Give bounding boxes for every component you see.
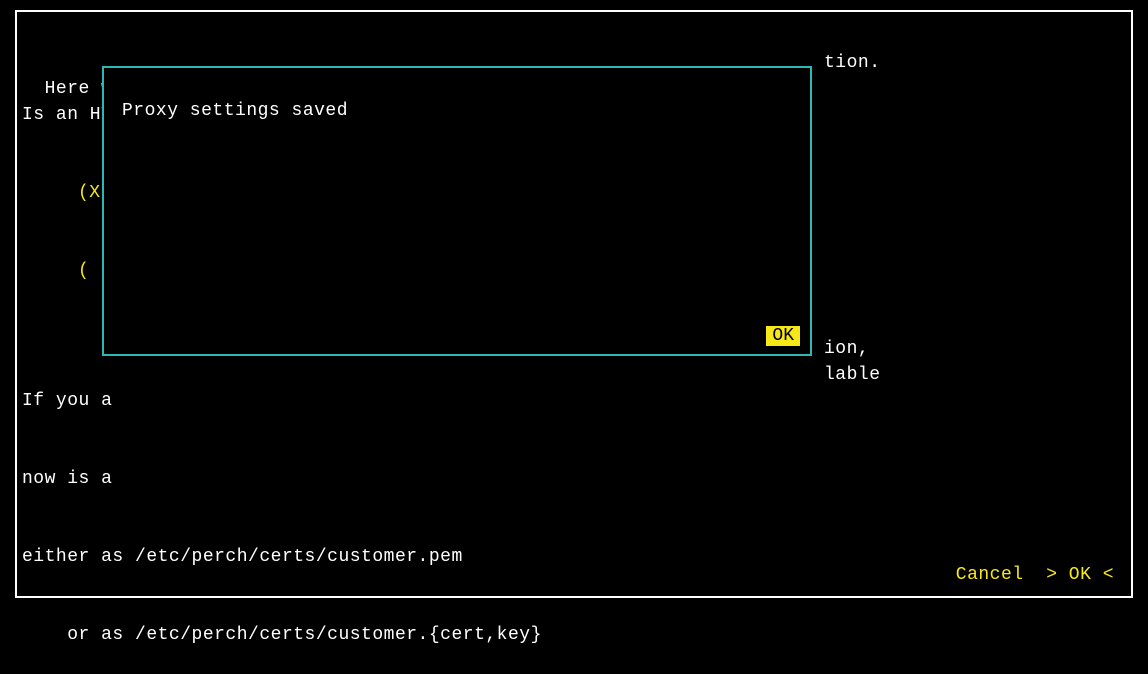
mid-line2-left: now is a bbox=[22, 466, 542, 492]
mid-line1-right: ion, bbox=[824, 336, 869, 362]
bg-line1-right: tion. bbox=[824, 50, 881, 76]
dialog-message: Proxy settings saved bbox=[122, 98, 348, 124]
mid-line2-right: lable bbox=[824, 362, 881, 388]
mid-line3: either as /etc/perch/certs/customer.pem bbox=[22, 544, 542, 570]
bg-line2-left: Is an HT bbox=[22, 102, 112, 128]
mid-line4: or as /etc/perch/certs/customer.{cert,ke… bbox=[22, 622, 542, 648]
confirmation-dialog: Proxy settings saved OK bbox=[102, 66, 812, 356]
dialog-ok-button[interactable]: OK bbox=[766, 326, 800, 346]
footer-actions: Cancel > OK < bbox=[933, 536, 1114, 588]
mid-block: If you a now is a either as /etc/perch/c… bbox=[22, 336, 542, 674]
mid-line1-left: If you a bbox=[22, 388, 542, 414]
cancel-button[interactable]: Cancel bbox=[956, 565, 1024, 585]
ok-button[interactable]: > OK < bbox=[1046, 565, 1114, 585]
